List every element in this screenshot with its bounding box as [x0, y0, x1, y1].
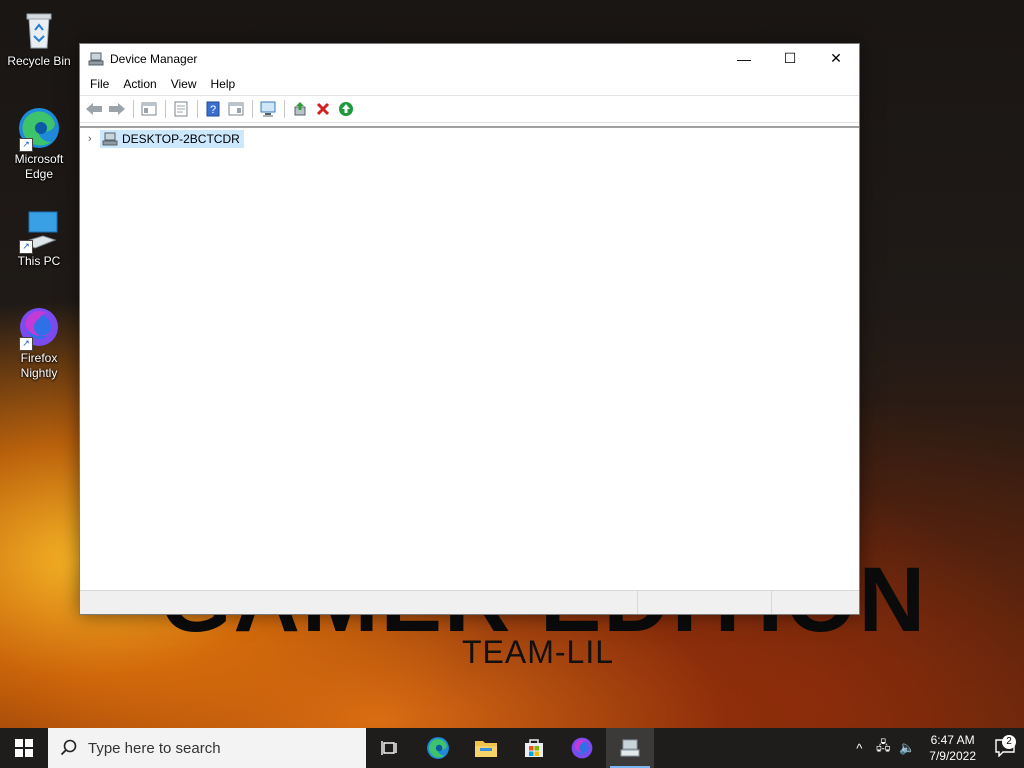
toolbar-separator — [133, 100, 134, 118]
firefox-nightly-icon — [571, 737, 593, 759]
update-driver-icon — [294, 102, 306, 116]
desktop-icon-this-pc[interactable]: ↗ This PC — [6, 208, 72, 269]
show-hide-console-tree-button[interactable] — [138, 98, 160, 120]
action-pane-icon — [228, 102, 244, 116]
device-tree-pane[interactable]: › DESKTOP-2BCTCDR — [80, 126, 859, 590]
properties-icon — [174, 101, 188, 117]
menu-file[interactable]: File — [83, 77, 116, 91]
desktop-icon-firefox-nightly[interactable]: ↗ Firefox Nightly — [6, 305, 72, 381]
taskbar-file-explorer[interactable] — [462, 728, 510, 768]
status-pane-2 — [638, 591, 772, 614]
maximize-button[interactable]: ☐ — [767, 44, 813, 73]
volume-icon[interactable]: 🔈 — [895, 740, 919, 756]
desktop-icon-label: Firefox Nightly — [20, 351, 58, 380]
device-manager-icon — [620, 739, 640, 757]
edge-icon: ↗ — [17, 106, 61, 152]
task-view-button[interactable] — [366, 728, 414, 768]
menu-help[interactable]: Help — [204, 77, 243, 91]
taskbar: Type here to search ^ 🖧 🔈 6:47 AM 7/9/20… — [0, 728, 1024, 768]
tree-root-row[interactable]: › DESKTOP-2BCTCDR — [88, 130, 244, 148]
svg-text:?: ? — [210, 104, 216, 116]
shortcut-arrow-icon: ↗ — [19, 337, 33, 351]
windows-logo-icon — [15, 739, 33, 757]
notification-count-badge: 2 — [1002, 735, 1016, 749]
enable-device-icon — [339, 102, 353, 116]
scan-hardware-button[interactable] — [257, 98, 279, 120]
toolbar-separator — [252, 100, 253, 118]
tree-root-node[interactable]: DESKTOP-2BCTCDR — [100, 130, 244, 148]
forward-icon — [109, 103, 125, 115]
this-pc-icon: ↗ — [17, 208, 61, 254]
clock-time: 6:47 AM — [930, 733, 975, 747]
recycle-bin-icon — [17, 8, 61, 52]
taskbar-microsoft-store[interactable] — [510, 728, 558, 768]
back-icon — [86, 103, 102, 115]
uninstall-device-button[interactable] — [312, 98, 334, 120]
desktop-icon-label: Recycle Bin — [7, 54, 71, 68]
wallpaper-subtitle: TEAM-LIL — [462, 634, 615, 670]
scan-hardware-icon — [260, 101, 276, 117]
clock-date: 7/9/2022 — [929, 749, 976, 763]
microsoft-store-icon — [525, 739, 543, 757]
desktop-icon-label: Microsoft Edge — [14, 152, 64, 181]
uninstall-device-icon — [316, 102, 330, 116]
menu-action[interactable]: Action — [116, 77, 163, 91]
taskbar-search-box[interactable]: Type here to search — [48, 728, 366, 768]
network-icon[interactable]: 🖧 — [871, 737, 895, 759]
toolbar-separator — [284, 100, 285, 118]
close-button[interactable]: ✕ — [813, 44, 859, 73]
task-view-icon — [381, 741, 397, 755]
taskbar-device-manager[interactable] — [606, 728, 654, 768]
toolbar-separator — [165, 100, 166, 118]
menu-bar: File Action View Help — [80, 73, 859, 95]
show-hide-console-tree-icon — [141, 102, 157, 116]
title-bar[interactable]: Device Manager — ☐ ✕ — [80, 44, 859, 73]
show-hidden-icons-chevron-icon[interactable]: ^ — [847, 741, 871, 756]
window-title: Device Manager — [110, 51, 198, 66]
action-center-button[interactable]: 2 — [986, 735, 1024, 757]
properties-button[interactable] — [170, 98, 192, 120]
enable-device-button[interactable] — [335, 98, 357, 120]
desktop-icon-recycle-bin[interactable]: Recycle Bin — [6, 8, 72, 69]
search-icon — [60, 739, 80, 757]
forward-button[interactable] — [106, 98, 128, 120]
firefox-nightly-icon: ↗ — [17, 305, 61, 351]
device-manager-window: Device Manager — ☐ ✕ File Action View He… — [79, 43, 860, 615]
device-manager-icon — [88, 51, 104, 67]
toolbar: ? — [80, 95, 859, 123]
taskbar-edge[interactable] — [414, 728, 462, 768]
help-icon: ? — [206, 101, 220, 117]
clock[interactable]: 6:47 AM 7/9/2022 — [929, 732, 976, 764]
expand-chevron-icon[interactable]: › — [88, 133, 100, 145]
action-pane-button[interactable] — [225, 98, 247, 120]
start-button[interactable] — [0, 728, 48, 768]
update-driver-button[interactable] — [289, 98, 311, 120]
shortcut-arrow-icon: ↗ — [19, 240, 33, 254]
tree-root-label: DESKTOP-2BCTCDR — [122, 132, 240, 146]
help-button[interactable]: ? — [202, 98, 224, 120]
shortcut-arrow-icon: ↗ — [19, 138, 33, 152]
back-button[interactable] — [83, 98, 105, 120]
computer-icon — [102, 132, 118, 146]
toolbar-separator — [197, 100, 198, 118]
search-placeholder: Type here to search — [88, 739, 221, 757]
taskbar-firefox-nightly[interactable] — [558, 728, 606, 768]
desktop-icon-label: This PC — [17, 254, 61, 268]
system-tray: ^ 🖧 🔈 6:47 AM 7/9/2022 2 — [847, 728, 1024, 768]
status-pane-3 — [772, 591, 859, 614]
minimize-button[interactable]: — — [721, 44, 767, 73]
status-bar — [80, 590, 859, 614]
edge-icon — [427, 737, 449, 759]
status-pane-main — [80, 591, 638, 614]
menu-view[interactable]: View — [164, 77, 204, 91]
desktop-icon-edge[interactable]: ↗ Microsoft Edge — [6, 106, 72, 182]
file-explorer-icon — [475, 741, 497, 757]
